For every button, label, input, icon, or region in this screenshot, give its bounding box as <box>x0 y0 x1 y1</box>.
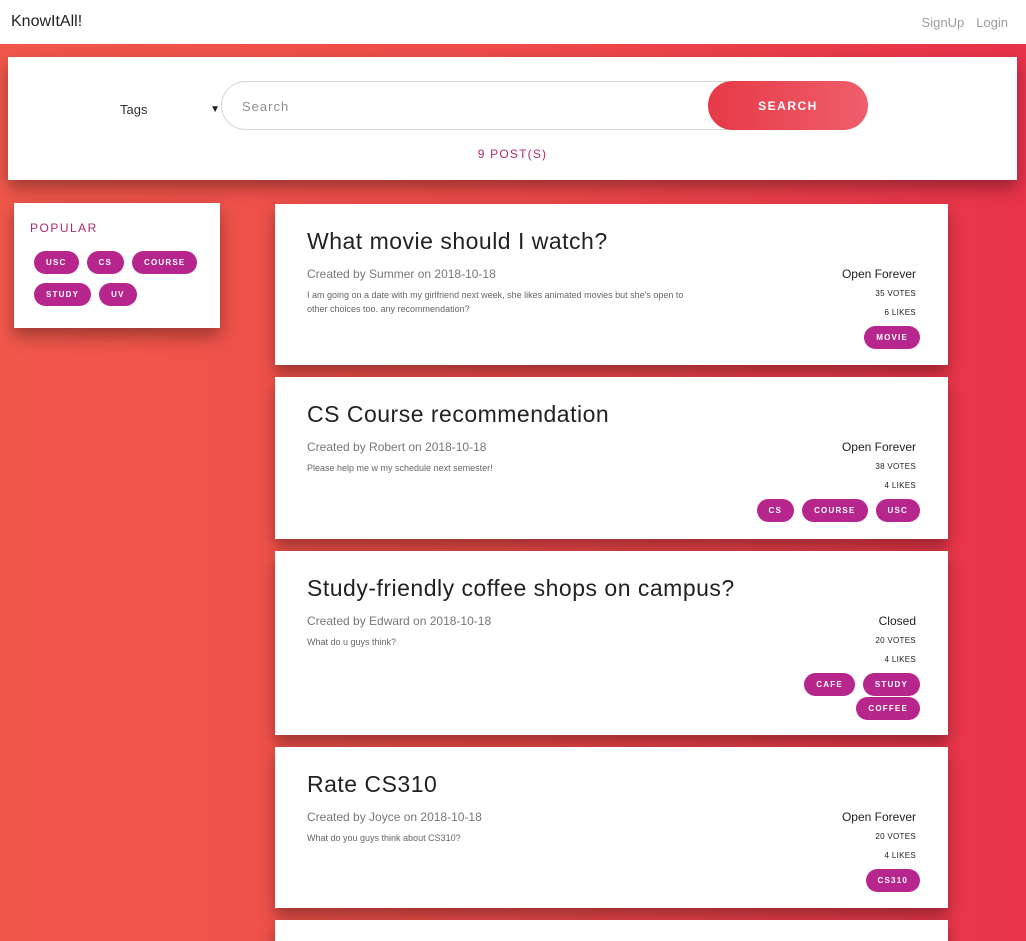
popular-tag-list: USC CS COURSE STUDY UV <box>34 251 214 306</box>
post-tag-movie[interactable]: MOVIE <box>864 326 920 349</box>
post-votes: 38 VOTES <box>875 462 916 471</box>
brand-logo[interactable]: KnowItAll! <box>11 13 82 31</box>
search-input[interactable] <box>242 94 682 118</box>
post-tag-list: CAFE STUDY COFFEE <box>750 673 920 720</box>
post-likes: 4 LIKES <box>884 655 916 664</box>
post-description: What do you guys think about CS310? <box>307 833 461 843</box>
post-list: What movie should I watch? Created by Su… <box>275 204 948 941</box>
post-likes: 6 LIKES <box>884 308 916 317</box>
popular-tag-cs[interactable]: CS <box>86 251 125 274</box>
search-panel: Tags ▼ SEARCH 9 POST(S) <box>8 57 1017 180</box>
popular-tag-course[interactable]: COURSE <box>132 251 198 274</box>
post-tag-list: CS310 <box>750 869 920 892</box>
post-card-partial[interactable] <box>275 920 948 941</box>
post-tag-coffee[interactable]: COFFEE <box>856 697 920 720</box>
post-status: Open Forever <box>841 440 916 454</box>
tags-dropdown[interactable]: Tags ▼ <box>120 99 220 119</box>
popular-tag-usc[interactable]: USC <box>34 251 79 274</box>
post-likes: 4 LIKES <box>884 481 916 490</box>
post-votes: 20 VOTES <box>875 636 916 645</box>
post-tag-list: MOVIE <box>750 326 920 349</box>
search-bar: SEARCH <box>221 81 868 130</box>
post-likes: 4 LIKES <box>884 851 916 860</box>
post-status: Open Forever <box>841 810 916 824</box>
post-title[interactable]: Study-friendly coffee shops on campus? <box>307 575 735 602</box>
post-tag-cafe[interactable]: CAFE <box>804 673 855 696</box>
post-description: What do u guys think? <box>307 637 397 647</box>
post-card[interactable]: Study-friendly coffee shops on campus? C… <box>275 551 948 735</box>
post-votes: 20 VOTES <box>875 832 916 841</box>
post-title[interactable]: What movie should I watch? <box>307 228 608 255</box>
post-status: Open Forever <box>841 267 916 281</box>
search-button[interactable]: SEARCH <box>708 81 868 130</box>
popular-tag-study[interactable]: STUDY <box>34 283 92 306</box>
post-tag-cs[interactable]: CS <box>756 499 795 522</box>
post-description: I am going on a date with my girlfriend … <box>307 290 684 314</box>
post-tag-cs310[interactable]: CS310 <box>865 869 920 892</box>
post-count: 9 POST(S) <box>477 147 548 161</box>
post-meta: Created by Edward on 2018-10-18 <box>307 614 492 628</box>
nav-links: SignUp Login <box>922 15 1008 30</box>
post-meta: Created by Robert on 2018-10-18 <box>307 440 487 454</box>
post-tag-course[interactable]: COURSE <box>802 499 868 522</box>
login-link[interactable]: Login <box>976 15 1008 30</box>
post-tag-study[interactable]: STUDY <box>862 673 920 696</box>
post-card[interactable]: CS Course recommendation Created by Robe… <box>275 377 948 539</box>
post-description: Please help me w my schedule next semest… <box>307 463 493 473</box>
signup-link[interactable]: SignUp <box>922 15 965 30</box>
post-tag-usc[interactable]: USC <box>875 499 920 522</box>
caret-down-icon: ▼ <box>210 103 220 115</box>
tags-dropdown-label: Tags <box>120 101 148 117</box>
popular-title: POPULAR <box>30 221 98 235</box>
post-status: Closed <box>878 614 916 628</box>
post-card[interactable]: What movie should I watch? Created by Su… <box>275 204 948 365</box>
post-tag-list: CS COURSE USC <box>750 499 920 522</box>
navbar: KnowItAll! SignUp Login <box>0 0 1026 44</box>
post-title[interactable]: Rate CS310 <box>307 771 437 798</box>
post-title[interactable]: CS Course recommendation <box>307 401 609 428</box>
popular-tag-uv[interactable]: UV <box>99 283 137 306</box>
post-card[interactable]: Rate CS310 Created by Joyce on 2018-10-1… <box>275 747 948 908</box>
post-meta: Created by Joyce on 2018-10-18 <box>307 810 482 824</box>
post-votes: 35 VOTES <box>875 289 916 298</box>
popular-tags-panel: POPULAR USC CS COURSE STUDY UV <box>14 203 220 328</box>
post-meta: Created by Summer on 2018-10-18 <box>307 267 496 281</box>
